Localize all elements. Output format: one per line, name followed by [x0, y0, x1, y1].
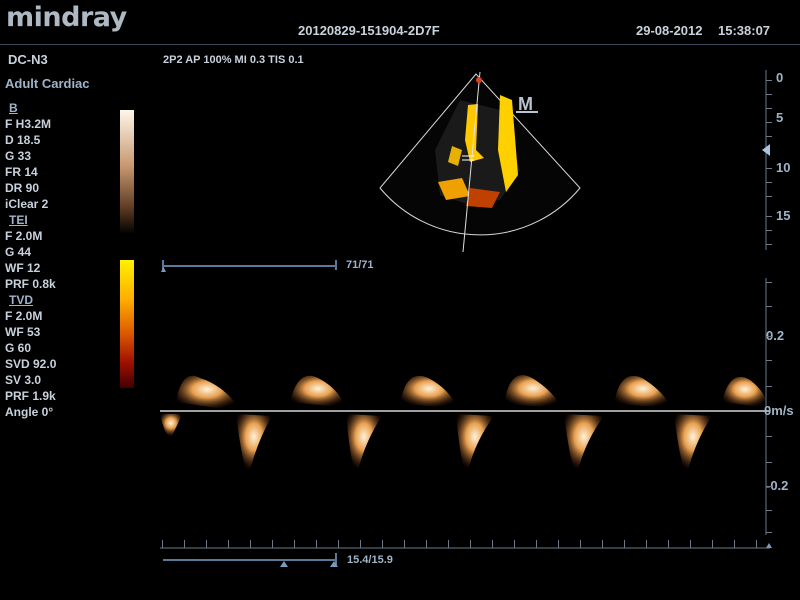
time-axis — [160, 543, 772, 549]
depth-label-10: 10 — [776, 160, 791, 175]
cine-bar-bottom[interactable] — [163, 553, 338, 567]
b-mode-sector — [379, 71, 581, 253]
velocity-label-zero: 0m/s — [764, 403, 794, 418]
probe-marker: M — [516, 94, 538, 114]
depth-label-0: 0 — [776, 70, 784, 85]
doppler-spectrum — [160, 375, 768, 471]
cine-frame-counter: 71/71 — [346, 259, 374, 271]
depth-label-15: 15 — [776, 208, 791, 223]
depth-label-5: 5 — [776, 110, 784, 125]
cine-bar-top[interactable] — [161, 260, 337, 272]
imaging-area: M — [160, 70, 772, 567]
cine-time-counter: 15.4/15.9 — [347, 554, 393, 566]
